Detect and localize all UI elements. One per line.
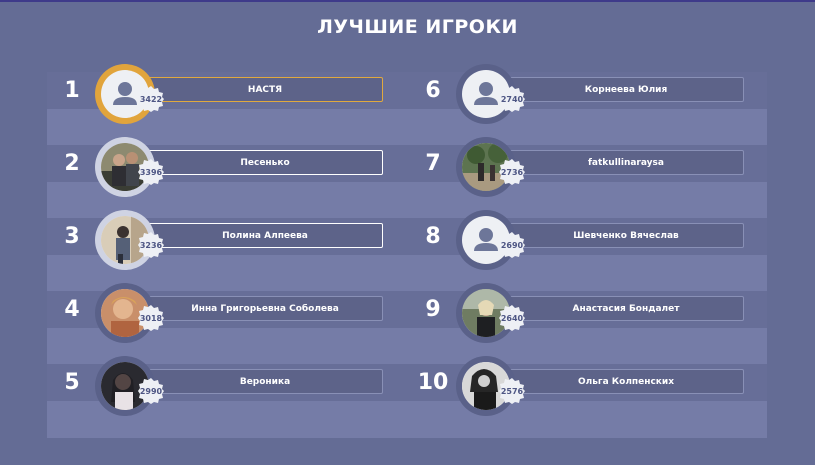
score-value: 3018 [139,313,163,323]
player-name: Анастасия Бондалет [508,296,744,321]
player-card[interactable]: 1 НАСТЯ 3422 [51,64,391,131]
player-name: НАСТЯ [147,77,383,102]
score-badge: 3422 [138,86,164,112]
score-value: 2576 [500,386,524,396]
score-value: 3396 [139,167,163,177]
player-name: Вероника [147,369,383,394]
score-badge: 2740 [499,86,525,112]
player-rank: 1 [64,78,80,103]
player-name: Инна Григорьевна Соболева [147,296,383,321]
player-rank: 7 [425,151,441,176]
score-badge: 3018 [138,305,164,331]
player-card[interactable]: 2 Песенько 3396 [51,137,391,204]
score-badge: 3236 [138,232,164,258]
score-value: 2690 [500,240,524,250]
player-card[interactable]: 9 Анастасия Бондалет 2640 [412,283,752,350]
player-name: Полина Алпеева [147,223,383,248]
player-rank: 9 [425,297,441,322]
player-rank: 10 [417,370,449,395]
score-badge: 2576 [499,378,525,404]
player-rank: 4 [64,297,80,322]
player-rank: 5 [64,370,80,395]
score-value: 2640 [500,313,524,323]
player-card[interactable]: 5 Вероника 2990 [51,356,391,423]
score-badge: 2690 [499,232,525,258]
player-rank: 8 [425,224,441,249]
score-badge: 3396 [138,159,164,185]
score-badge: 2736 [499,159,525,185]
page-title: ЛУЧШИЕ ИГРОКИ [317,16,518,38]
player-name: Песенько [147,150,383,175]
player-card[interactable]: 7 fatkullinaraysa 2736 [412,137,752,204]
score-value: 2990 [139,386,163,396]
player-rank: 6 [425,78,441,103]
player-card[interactable]: 4 Инна Григорьевна Соболева 3018 [51,283,391,350]
player-name: Корнеева Юлия [508,77,744,102]
score-value: 2740 [500,94,524,104]
player-name: Шевченко Вячеслав [508,223,744,248]
player-name: Ольга Колпенских [508,369,744,394]
player-rank: 2 [64,151,80,176]
score-badge: 2990 [138,378,164,404]
player-card[interactable]: 10 Ольга Колпенских 2576 [412,356,752,423]
player-card[interactable]: 6 Корнеева Юлия 2740 [412,64,752,131]
top-border [0,0,815,2]
player-card[interactable]: 3 Полина Алпеева 3236 [51,210,391,277]
player-name: fatkullinaraysa [508,150,744,175]
player-card[interactable]: 8 Шевченко Вячеслав 2690 [412,210,752,277]
score-value: 3422 [139,94,163,104]
score-value: 2736 [500,167,524,177]
score-badge: 2640 [499,305,525,331]
player-rank: 3 [64,224,80,249]
score-value: 3236 [139,240,163,250]
